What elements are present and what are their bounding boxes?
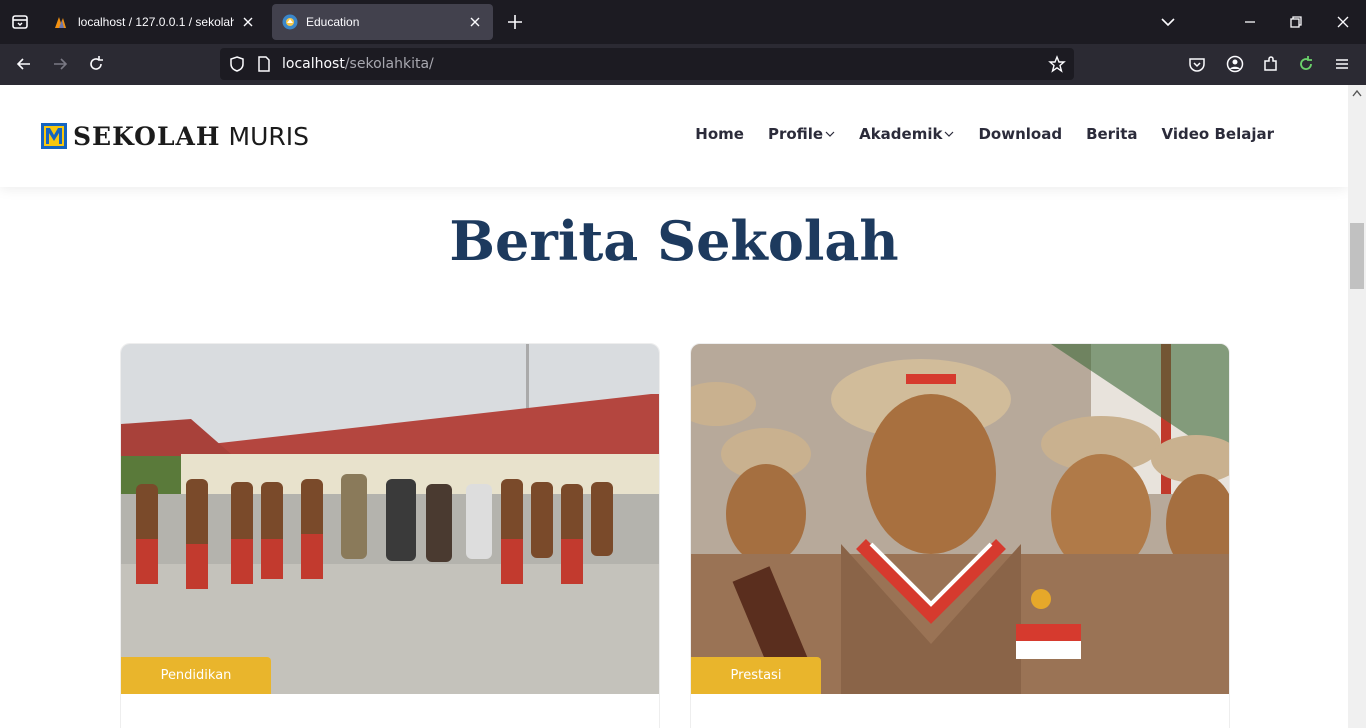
news-card[interactable]: Prestasi — [690, 343, 1230, 728]
logo-text-bold: SEKOLAH — [73, 121, 221, 151]
browser-nav-bar: localhost/sekolahkita/ — [0, 44, 1366, 85]
chevron-down-icon — [825, 131, 835, 137]
page-scrollbar[interactable] — [1348, 85, 1366, 728]
menu-berita[interactable]: Berita — [1086, 125, 1137, 143]
menu-label: Berita — [1086, 125, 1138, 143]
education-favicon — [282, 14, 298, 30]
tab-education[interactable]: Education — [272, 4, 493, 40]
menu-label: Video Belajar — [1161, 125, 1274, 143]
restore-icon[interactable] — [1286, 12, 1306, 32]
site-logo[interactable]: SEKOLAH MURIS — [41, 121, 309, 151]
web-page: SEKOLAH MURIS Home Profile Akademik Down… — [0, 85, 1348, 728]
menu-label: Akademik — [859, 125, 943, 143]
scrollbar-thumb[interactable] — [1350, 223, 1364, 289]
close-icon[interactable] — [240, 14, 256, 30]
menu-home[interactable]: Home — [695, 125, 744, 143]
page-icon[interactable] — [256, 55, 272, 73]
menu-video-belajar[interactable]: Video Belajar — [1162, 125, 1274, 143]
shield-icon[interactable] — [228, 55, 246, 73]
pocket-icon[interactable] — [1187, 54, 1207, 74]
forward-icon[interactable] — [50, 54, 70, 74]
category-badge[interactable]: Pendidikan — [121, 657, 271, 694]
menu-label: Home — [695, 125, 744, 143]
news-card[interactable]: Pendidikan — [120, 343, 660, 728]
minimize-icon[interactable] — [1240, 12, 1260, 32]
menu-akademik[interactable]: Akademik — [859, 125, 954, 143]
tab-list-icon[interactable] — [10, 12, 30, 32]
menu-icon[interactable] — [1332, 54, 1352, 74]
close-window-icon[interactable] — [1333, 12, 1353, 32]
close-icon[interactable] — [467, 14, 483, 30]
address-bar[interactable]: localhost/sekolahkita/ — [220, 48, 1074, 80]
browser-tab-bar: localhost / 127.0.0.1 / sekolah | ... Ed… — [0, 0, 1366, 44]
menu-download[interactable]: Download — [978, 125, 1062, 143]
menu-profile[interactable]: Profile — [768, 125, 835, 143]
news-photo-cultural-group[interactable] — [121, 344, 660, 694]
url-path: /sekolahkita/ — [344, 56, 434, 72]
url-host: localhost — [282, 56, 345, 72]
main-menu: Home Profile Akademik Download Berita Vi… — [671, 125, 1274, 143]
section-title: Berita Sekolah — [449, 209, 899, 273]
back-icon[interactable] — [14, 54, 34, 74]
scroll-up-arrow-icon[interactable] — [1352, 89, 1362, 97]
news-photo-scouts[interactable] — [691, 344, 1230, 694]
tab-title: Education — [306, 15, 360, 29]
list-all-tabs-icon[interactable] — [1158, 12, 1178, 32]
url-text: localhost/sekolahkita/ — [282, 56, 434, 72]
account-icon[interactable] — [1225, 54, 1245, 74]
phpmyadmin-favicon — [55, 17, 66, 28]
tab-phpmyadmin[interactable]: localhost / 127.0.0.1 / sekolah | ... — [44, 4, 266, 40]
menu-label: Download — [978, 125, 1063, 143]
bookmark-star-icon[interactable] — [1048, 55, 1066, 73]
chevron-down-icon — [945, 131, 954, 137]
menu-label: Profile — [767, 125, 824, 143]
sync-extension-icon[interactable] — [1296, 54, 1316, 74]
logo-m-icon — [41, 123, 67, 149]
category-badge[interactable]: Prestasi — [691, 657, 821, 694]
reload-icon[interactable] — [86, 54, 106, 74]
tab-title: localhost / 127.0.0.1 / sekolah | ... — [78, 15, 234, 29]
logo-text-thin: MURIS — [228, 121, 310, 151]
new-tab-icon[interactable] — [505, 12, 525, 32]
extensions-icon[interactable] — [1261, 54, 1281, 74]
site-header: SEKOLAH MURIS Home Profile Akademik Down… — [0, 85, 1348, 187]
